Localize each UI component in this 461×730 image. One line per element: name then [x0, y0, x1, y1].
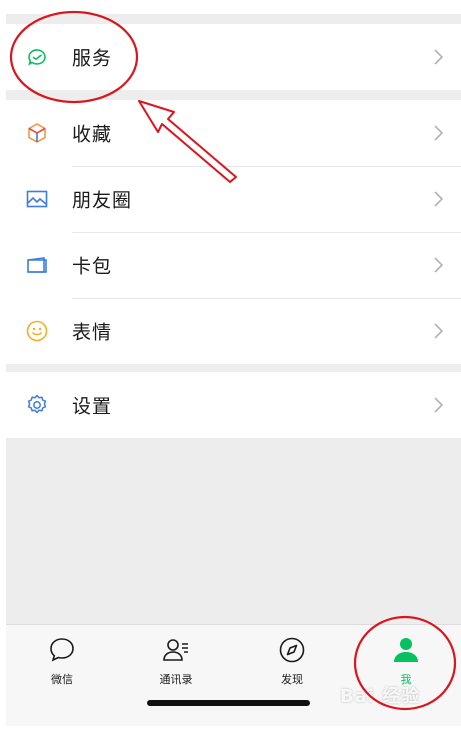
compass-icon: [279, 637, 305, 663]
chevron-right-icon: [434, 125, 444, 141]
image-icon: [24, 186, 50, 212]
menu-item-stickers[interactable]: 表情: [6, 298, 461, 364]
menu-item-card-wallet[interactable]: 卡包: [6, 232, 461, 298]
contacts-icon: [163, 639, 188, 661]
menu-item-label: 设置: [72, 395, 113, 418]
chat-bubble-icon: [50, 638, 74, 662]
menu-group-main: 收藏 朋友圈 卡包 表情: [6, 100, 461, 364]
menu-item-label: 朋友圈: [72, 189, 133, 212]
chevron-right-icon: [434, 49, 444, 65]
card-icon: [24, 252, 50, 278]
tab-label: 通讯录: [159, 673, 193, 686]
chevron-right-icon: [434, 397, 444, 413]
menu-item-label: 收藏: [72, 123, 113, 146]
menu-item-favorites[interactable]: 收藏: [6, 100, 461, 166]
person-icon: [394, 638, 418, 662]
cube-icon: [24, 120, 50, 146]
menu-item-moments[interactable]: 朋友圈: [6, 166, 461, 232]
menu-item-label: 表情: [72, 321, 113, 344]
wechat-me-page: 服务 收藏 朋友圈 卡包 表情 设置 微信 通讯录 发现 我: [6, 14, 461, 726]
tab-label: 微信: [51, 673, 73, 686]
baidu-watermark: Bai 经验: [340, 686, 421, 707]
gear-icon: [24, 392, 50, 418]
menu-item-label: 服务: [72, 47, 113, 70]
chevron-right-icon: [434, 191, 444, 207]
menu-group-service: 服务: [6, 24, 461, 90]
wechat-pay-icon: [24, 44, 50, 70]
menu-group-settings: 设置: [6, 372, 461, 438]
smiley-icon: [24, 318, 50, 344]
chevron-right-icon: [434, 257, 444, 273]
menu-item-settings[interactable]: 设置: [6, 372, 461, 438]
home-indicator: [147, 700, 310, 706]
tab-label: 发现: [281, 673, 303, 686]
tab-chats[interactable]: 微信: [22, 635, 102, 695]
chevron-right-icon: [434, 323, 444, 339]
menu-item-label: 卡包: [72, 255, 113, 278]
tab-contacts[interactable]: 通讯录: [136, 635, 216, 695]
tab-discover[interactable]: 发现: [252, 635, 332, 695]
menu-item-service[interactable]: 服务: [6, 24, 461, 90]
bottom-tab-bar: 微信 通讯录 发现 我: [6, 624, 461, 726]
